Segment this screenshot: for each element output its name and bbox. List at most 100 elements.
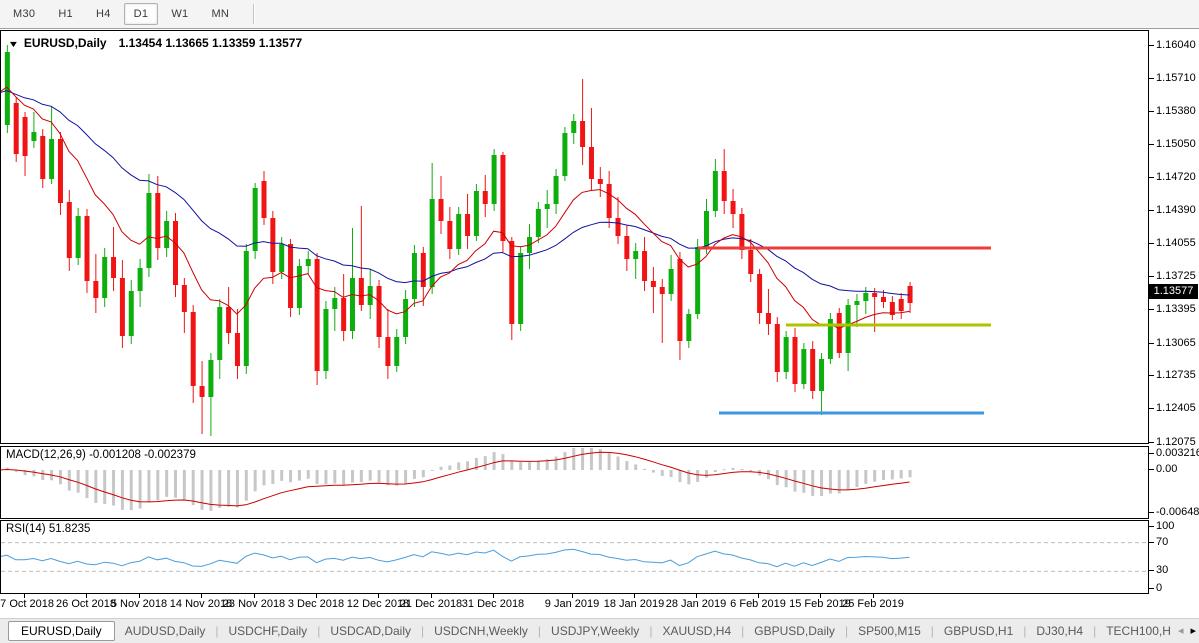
candle-body-up [412, 253, 417, 299]
candle-body-up [394, 337, 399, 366]
price-axis-label: 1.15380 [1156, 104, 1196, 118]
candle-body-down [200, 386, 205, 397]
rsi-pane[interactable] [0, 520, 1149, 594]
chart-tab-dj30[interactable]: DJ30,H4 [1026, 622, 1093, 640]
candle-body-down [881, 297, 886, 302]
macd-histogram-bar [519, 462, 522, 470]
macd-histogram-bar [94, 470, 97, 503]
macd-histogram-bar [864, 470, 867, 484]
candle-body-up [332, 298, 337, 309]
chart-tab-gbpusd[interactable]: GBPUSD,H1 [934, 622, 1023, 640]
macd-histogram-bar [386, 470, 389, 485]
candle-body-up [31, 132, 36, 141]
macd-histogram-bar [263, 470, 266, 485]
candle-body-up [253, 188, 258, 251]
macd-histogram-bar [732, 468, 735, 470]
candle-body-down [341, 298, 346, 331]
candle-body-down [651, 281, 656, 287]
macd-histogram-bar [581, 448, 584, 470]
macd-histogram-bar [714, 470, 717, 472]
macd-histogram-bar [670, 470, 673, 477]
price-axis-label: 1.13065 [1156, 336, 1196, 350]
chart-tab-eurusd[interactable]: EURUSD,Daily [8, 621, 115, 641]
chart-tab-sp500[interactable]: SP500,M15 [848, 622, 931, 640]
chart-tab-tech100[interactable]: TECH100,H [1096, 622, 1181, 640]
timeframe-button-m30[interactable]: M30 [3, 3, 45, 25]
candle-body-down [288, 244, 293, 308]
price-axis-label: 1.14055 [1156, 236, 1196, 250]
candle-body-up [846, 305, 851, 353]
axis-tick-mark [1149, 276, 1154, 277]
macd-histogram-bar [183, 470, 186, 500]
tab-scroll-left-icon[interactable]: ◂ [1178, 625, 1184, 637]
candlestick-chart[interactable] [1, 31, 1148, 443]
candle-body-up [456, 214, 461, 249]
candle-body-down [731, 201, 736, 214]
candle-body-up [492, 155, 497, 204]
candle-body-up [704, 211, 709, 247]
candle-body-down [439, 199, 444, 221]
macd-histogram-bar [236, 470, 239, 507]
chart-tab-usdchf[interactable]: USDCHF,Daily [219, 622, 318, 640]
macd-histogram-bar [86, 470, 89, 498]
candle-body-down [173, 221, 178, 285]
price-chart-pane[interactable] [0, 30, 1149, 444]
low-support-line[interactable] [719, 412, 984, 415]
price-axis-label: 1.14720 [1156, 170, 1196, 184]
macd-histogram-bar [909, 470, 912, 477]
rsi-chart[interactable] [1, 521, 1148, 593]
macd-histogram-bar [590, 448, 593, 470]
candle-body-up [102, 257, 107, 298]
candle-body-down [872, 293, 877, 297]
timeframe-button-h4[interactable]: H4 [86, 3, 121, 25]
timeframe-button-mn[interactable]: MN [201, 3, 239, 25]
axis-tick-mark [1149, 469, 1154, 470]
macd-histogram-bar [121, 470, 124, 510]
chart-tab-audusd[interactable]: AUDUSD,Daily [115, 622, 216, 640]
price-axis-label: 1.13725 [1156, 269, 1196, 283]
macd-histogram-bar [307, 470, 310, 479]
axis-tick-mark [1149, 78, 1154, 79]
chart-tab-xauusd[interactable]: XAUUSD,H4 [652, 622, 741, 640]
timeframe-button-w1[interactable]: W1 [161, 3, 198, 25]
candle-body-up [244, 251, 249, 366]
macd-histogram-bar [625, 461, 628, 470]
macd-histogram-bar [749, 470, 752, 471]
macd-histogram-bar [510, 461, 513, 470]
macd-histogram-bar [617, 457, 620, 470]
macd-histogram-bar [227, 470, 230, 507]
symbol-dropdown-icon[interactable]: ▼ [8, 39, 20, 49]
candle-body-down [93, 281, 98, 298]
candle-body-down [766, 313, 771, 324]
candle-body-down [447, 221, 452, 249]
axis-tick-mark [1149, 309, 1154, 310]
candle-body-up [571, 121, 576, 133]
current-price-badge: 1.13577 [1149, 284, 1198, 299]
macd-label: MACD(12,26,9) -0.001208 -0.002379 [6, 449, 196, 461]
price-axis-label: 1.13395 [1156, 302, 1196, 316]
chart-tab-usdcnh[interactable]: USDCNH,Weekly [424, 622, 538, 640]
candle-body-down [810, 349, 815, 391]
candle-body-down [359, 278, 364, 305]
timeframe-button-d1[interactable]: D1 [124, 3, 159, 25]
macd-histogram-bar [280, 470, 283, 481]
candle-body-up [49, 139, 54, 179]
candle-body-down [226, 307, 231, 333]
candle-body-down [509, 241, 514, 324]
chart-tab-gbpusd[interactable]: GBPUSD,Daily [744, 622, 845, 640]
mid-support-line[interactable] [786, 324, 991, 327]
price-axis: 1.160401.157101.153801.150501.147201.143… [1149, 30, 1199, 444]
macd-histogram-bar [413, 470, 416, 479]
macd-histogram-bar [165, 470, 168, 497]
candle-body-up [76, 216, 81, 258]
tab-scroll-right-icon[interactable]: ▸ [1190, 625, 1196, 637]
timeframe-button-h1[interactable]: H1 [48, 3, 83, 25]
macd-histogram-bar [41, 470, 44, 480]
chart-tab-usdjpy[interactable]: USDJPY,Weekly [541, 622, 649, 640]
resistance-line[interactable] [698, 247, 991, 250]
macd-histogram-bar [351, 470, 354, 483]
candle-body-down [465, 214, 470, 236]
candle-body-down [191, 312, 196, 386]
chart-tab-usdcad[interactable]: USDCAD,Daily [320, 622, 421, 640]
candle-body-up [138, 268, 143, 291]
